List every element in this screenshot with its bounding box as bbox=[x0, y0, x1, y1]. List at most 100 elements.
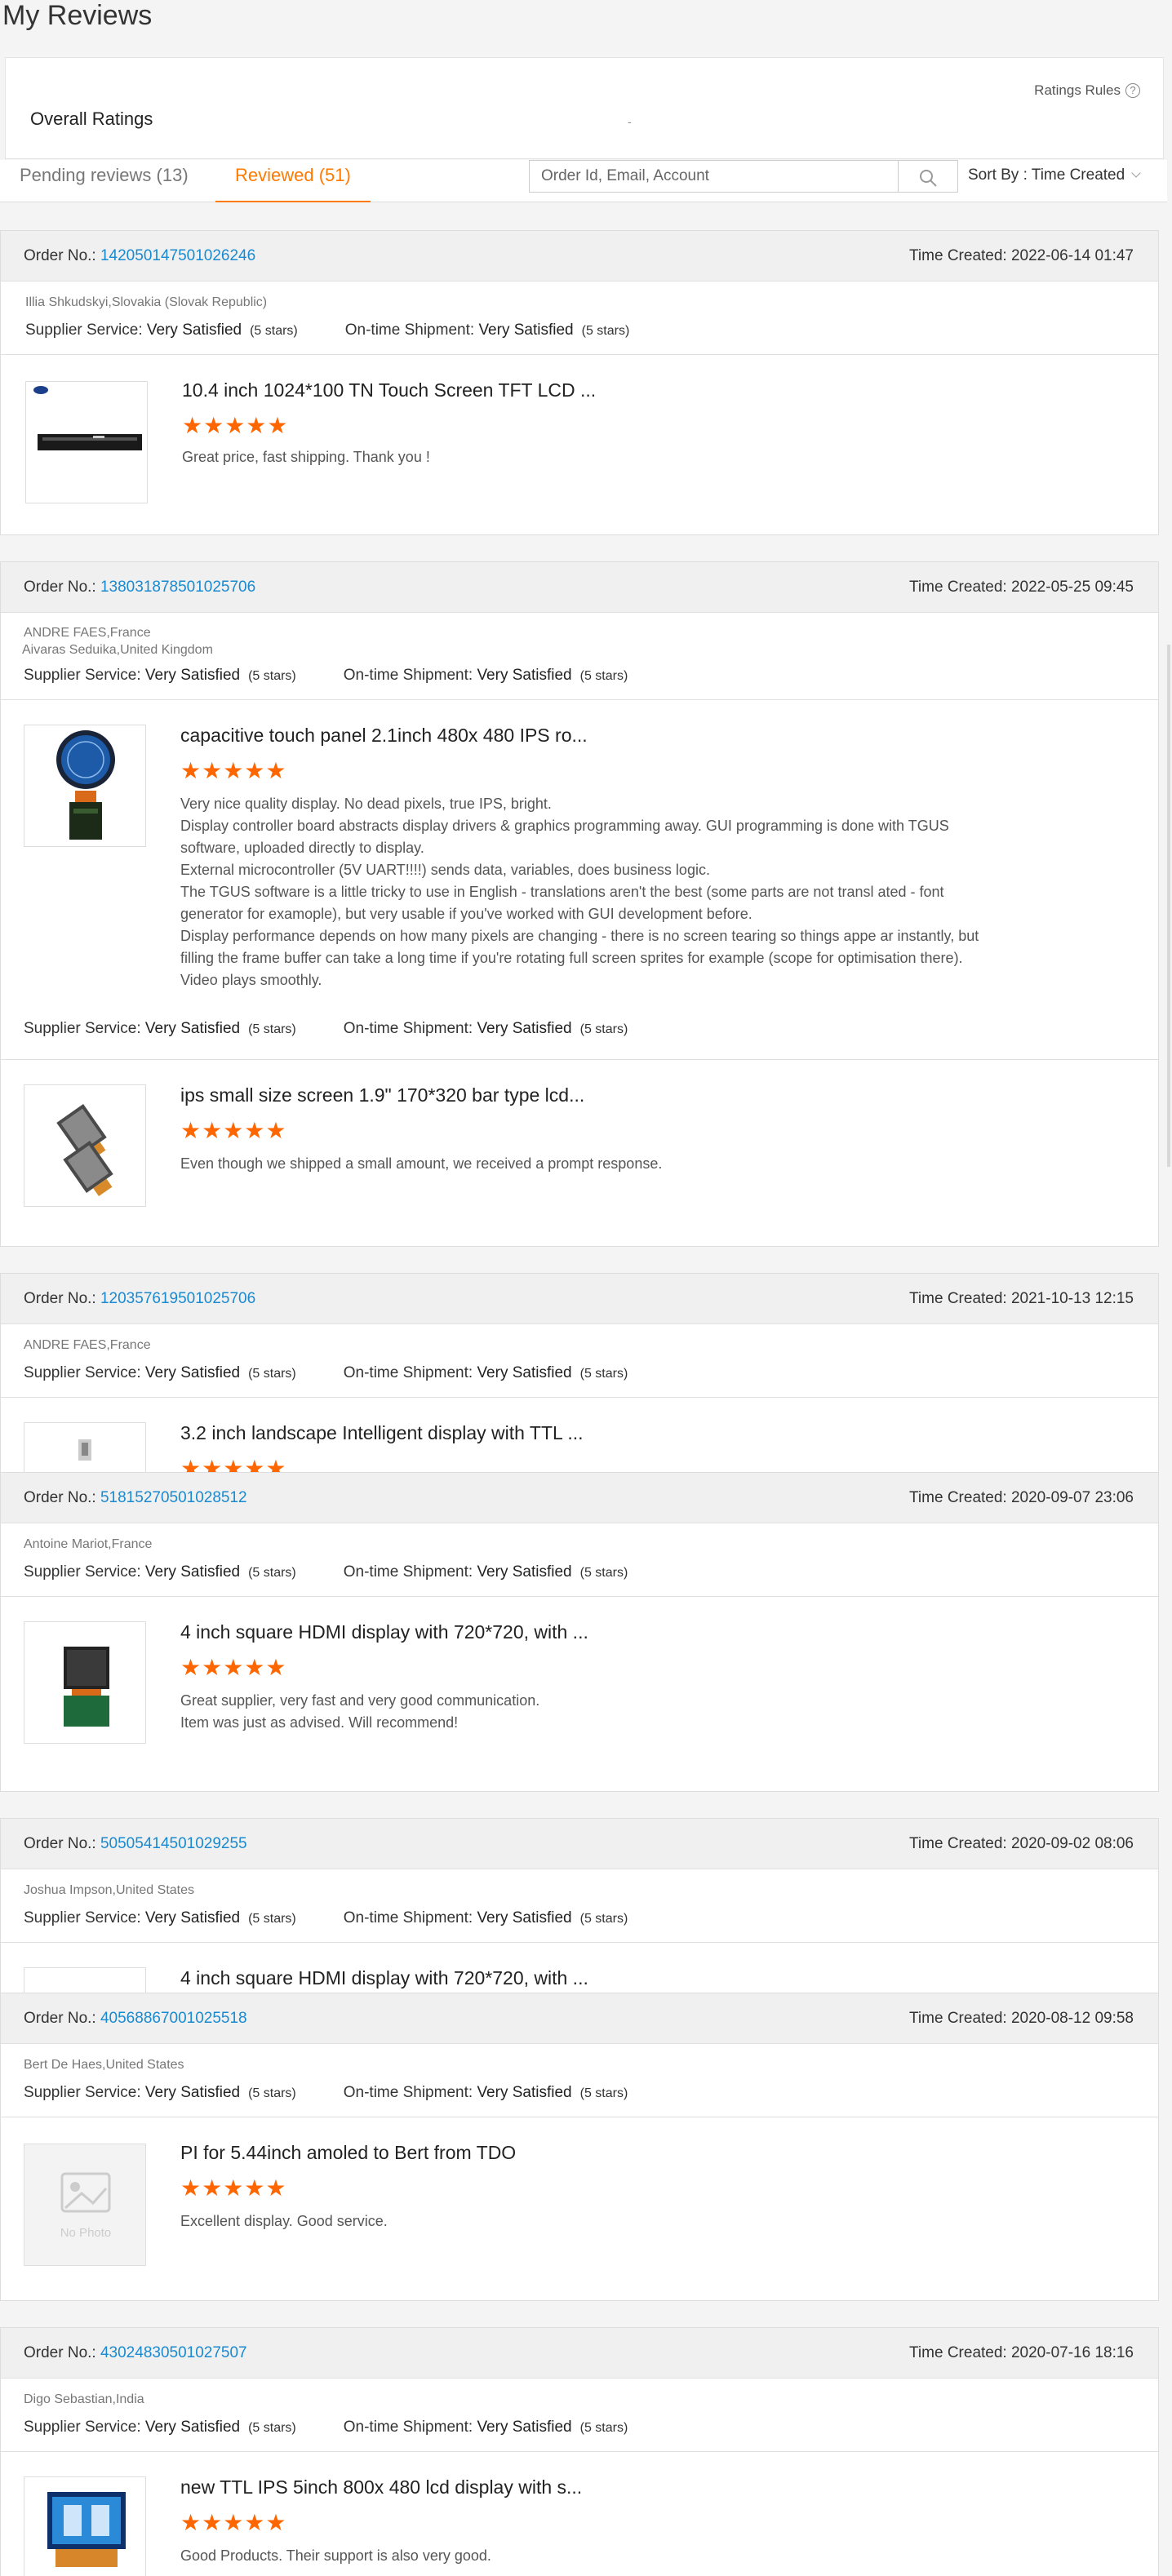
review-item: 3.2 inch landscape Intelligent display w… bbox=[1, 1398, 1158, 1476]
review-item: ips small size screen 1.9" 170*320 bar t… bbox=[1, 1060, 1158, 1223]
order-number-link[interactable]: 40568867001025518 bbox=[100, 2010, 247, 2027]
time-created: Time Created: 2021-10-13 12:15 bbox=[909, 1290, 1134, 1307]
tab-reviewed[interactable]: Reviewed (51) bbox=[215, 160, 371, 202]
order-header: Order No.: 142050147501026246 Time Creat… bbox=[1, 231, 1158, 282]
order-card: Order No.: 138031878501025706 Time Creat… bbox=[0, 561, 1159, 1247]
satisfaction-row: Supplier Service: Very Satisfied (5 stars… bbox=[24, 667, 628, 684]
order-header: Order No.: 50505414501029255 Time Create… bbox=[1, 1819, 1158, 1869]
product-title[interactable]: capacitive touch panel 2.1inch 480x 480 … bbox=[180, 725, 588, 747]
search-input[interactable] bbox=[530, 161, 897, 192]
product-image[interactable] bbox=[25, 381, 148, 503]
display-image bbox=[78, 1439, 91, 1461]
rating-stars: ★★★★★ bbox=[182, 413, 289, 438]
round-display-image bbox=[56, 730, 115, 840]
product-image-placeholder[interactable]: No Photo bbox=[24, 2144, 146, 2266]
order-number: Order No.: 142050147501026246 bbox=[24, 247, 256, 264]
order-number: Order No.: 40568867001025518 bbox=[24, 2010, 247, 2027]
product-image[interactable] bbox=[24, 1422, 146, 1476]
product-image[interactable] bbox=[24, 725, 146, 847]
order-number: Order No.: 138031878501025706 bbox=[24, 579, 256, 596]
tab-pending-reviews[interactable]: Pending reviews (13) bbox=[0, 160, 208, 202]
order-number-link[interactable]: 120357619501025706 bbox=[100, 1290, 255, 1307]
order-header: Order No.: 138031878501025706 Time Creat… bbox=[1, 562, 1158, 613]
chevron-down-icon bbox=[1131, 168, 1141, 178]
help-icon[interactable]: ? bbox=[1125, 83, 1140, 98]
buyer-name: Digo Sebastian,India bbox=[24, 2392, 144, 2406]
order-number-link[interactable]: 138031878501025706 bbox=[100, 579, 255, 596]
satisfaction-row: Supplier Service: Very Satisfied (5 stars… bbox=[24, 1563, 628, 1581]
buyer-name: Illia Shkudskyi,Slovakia (Slovak Republi… bbox=[25, 295, 268, 309]
search-icon bbox=[920, 170, 937, 187]
review-comment: Great price, fast shipping. Thank you ! bbox=[182, 449, 430, 465]
product-title[interactable]: 3.2 inch landscape Intelligent display w… bbox=[180, 1422, 584, 1444]
page-title: My Reviews bbox=[2, 0, 153, 31]
search-box bbox=[529, 160, 899, 193]
order-number-link[interactable]: 43024830501027507 bbox=[100, 2344, 247, 2361]
satisfaction-row: Supplier Service: Very Satisfied (5 stars… bbox=[24, 2419, 628, 2436]
review-comment: Even though we shipped a small amount, w… bbox=[180, 1155, 663, 1172]
product-image[interactable] bbox=[24, 1084, 146, 1207]
buyer-name: Joshua Impson,United States bbox=[24, 1883, 195, 1897]
satisfaction-row: Supplier Service: Very Satisfied (5 stars… bbox=[25, 321, 630, 339]
order-header: Order No.: 51815270501028512 Time Create… bbox=[1, 1473, 1158, 1523]
product-image[interactable] bbox=[24, 2476, 146, 2576]
rating-stars: ★★★★★ bbox=[180, 1118, 287, 1143]
lcd-panel-image bbox=[33, 386, 142, 450]
order-number: Order No.: 50505414501029255 bbox=[24, 1835, 247, 1852]
product-title[interactable]: PI for 5.44inch amoled to Bert from TDO bbox=[180, 2142, 516, 2164]
review-item: new TTL IPS 5inch 800x 480 lcd display w… bbox=[1, 2452, 1158, 2576]
order-card: Order No.: 51815270501028512 Time Create… bbox=[0, 1472, 1159, 1792]
buyer-name: ANDRE FAES,France bbox=[24, 1338, 151, 1352]
time-created: Time Created: 2020-09-02 08:06 bbox=[909, 1835, 1134, 1852]
review-item: 4 inch square HDMI display with 720*720,… bbox=[1, 1597, 1158, 1776]
product-image[interactable] bbox=[24, 1621, 146, 1744]
order-card: Order No.: 120357619501025706 Time Creat… bbox=[0, 1273, 1159, 1477]
order-number: Order No.: 43024830501027507 bbox=[24, 2344, 247, 2361]
ips-display-image bbox=[47, 2492, 126, 2567]
order-number-link[interactable]: 50505414501029255 bbox=[100, 1835, 247, 1852]
product-title[interactable]: ips small size screen 1.9" 170*320 bar t… bbox=[180, 1084, 584, 1106]
order-number: Order No.: 51815270501028512 bbox=[24, 1489, 247, 1506]
order-header: Order No.: 40568867001025518 Time Create… bbox=[1, 1993, 1158, 2044]
overall-ratings-label: Overall Ratings bbox=[30, 109, 153, 129]
order-header: Order No.: 120357619501025706 Time Creat… bbox=[1, 1274, 1158, 1324]
satisfaction-row: Supplier Service: Very Satisfied (5 stars… bbox=[24, 1020, 628, 1037]
ratings-rules-link[interactable]: Ratings Rules? bbox=[1034, 82, 1140, 99]
order-card: Order No.: 142050147501026246 Time Creat… bbox=[0, 230, 1159, 535]
buyer-name: Antoine Mariot,France bbox=[24, 1537, 153, 1551]
review-comment: Very nice quality display. No dead pixel… bbox=[180, 796, 979, 988]
time-created: Time Created: 2020-09-07 23:06 bbox=[909, 1489, 1134, 1506]
buyer-name: Aivaras Seduika,United Kingdom bbox=[22, 643, 213, 657]
sort-label: Sort By : Time Created bbox=[968, 166, 1125, 184]
no-photo-icon bbox=[60, 2172, 111, 2213]
order-header: Order No.: 43024830501027507 Time Create… bbox=[1, 2328, 1158, 2379]
rating-stars: ★★★★★ bbox=[180, 2175, 287, 2201]
overall-ratings-panel: Ratings Rules? Overall Ratings - bbox=[5, 57, 1164, 159]
time-created: Time Created: 2022-06-14 01:47 bbox=[909, 247, 1134, 264]
review-tabs-bar: Pending reviews (13) Reviewed (51) Sort … bbox=[0, 160, 1167, 202]
product-title[interactable]: new TTL IPS 5inch 800x 480 lcd display w… bbox=[180, 2476, 582, 2498]
order-card: Order No.: 40568867001025518 Time Create… bbox=[0, 1993, 1159, 2301]
ratings-rules-label: Ratings Rules bbox=[1034, 82, 1121, 98]
search-button[interactable] bbox=[898, 160, 958, 193]
time-created: Time Created: 2020-07-16 18:16 bbox=[909, 2344, 1134, 2361]
review-comment: Great supplier, very fast and very good … bbox=[180, 1692, 540, 1731]
product-title[interactable]: 4 inch square HDMI display with 720*720,… bbox=[180, 1967, 588, 1989]
order-number-link[interactable]: 142050147501026246 bbox=[100, 247, 255, 264]
satisfaction-row: Supplier Service: Very Satisfied (5 stars… bbox=[24, 2084, 628, 2101]
order-number-link[interactable]: 51815270501028512 bbox=[100, 1489, 247, 1506]
order-number: Order No.: 120357619501025706 bbox=[24, 1290, 256, 1307]
scrollbar[interactable] bbox=[1167, 645, 1170, 1167]
review-item: No Photo PI for 5.44inch amoled to Bert … bbox=[1, 2117, 1158, 2297]
satisfaction-row: Supplier Service: Very Satisfied (5 stars… bbox=[24, 1364, 628, 1381]
product-title[interactable]: 10.4 inch 1024*100 TN Touch Screen TFT L… bbox=[182, 379, 596, 401]
buyer-name: ANDRE FAES,France bbox=[24, 626, 151, 640]
order-card: Order No.: 50505414501029255 Time Create… bbox=[0, 1818, 1159, 2022]
bar-lcd-image bbox=[56, 1104, 113, 1197]
buyer-name: Bert De Haes,United States bbox=[24, 2058, 184, 2072]
sort-dropdown[interactable]: Sort By : Time Created bbox=[968, 166, 1141, 184]
no-photo-label: No Photo bbox=[60, 2226, 112, 2240]
product-title[interactable]: 4 inch square HDMI display with 720*720,… bbox=[180, 1621, 588, 1643]
review-item: 10.4 inch 1024*100 TN Touch Screen TFT L… bbox=[1, 355, 1158, 534]
rating-stars: ★★★★★ bbox=[180, 1655, 287, 1680]
